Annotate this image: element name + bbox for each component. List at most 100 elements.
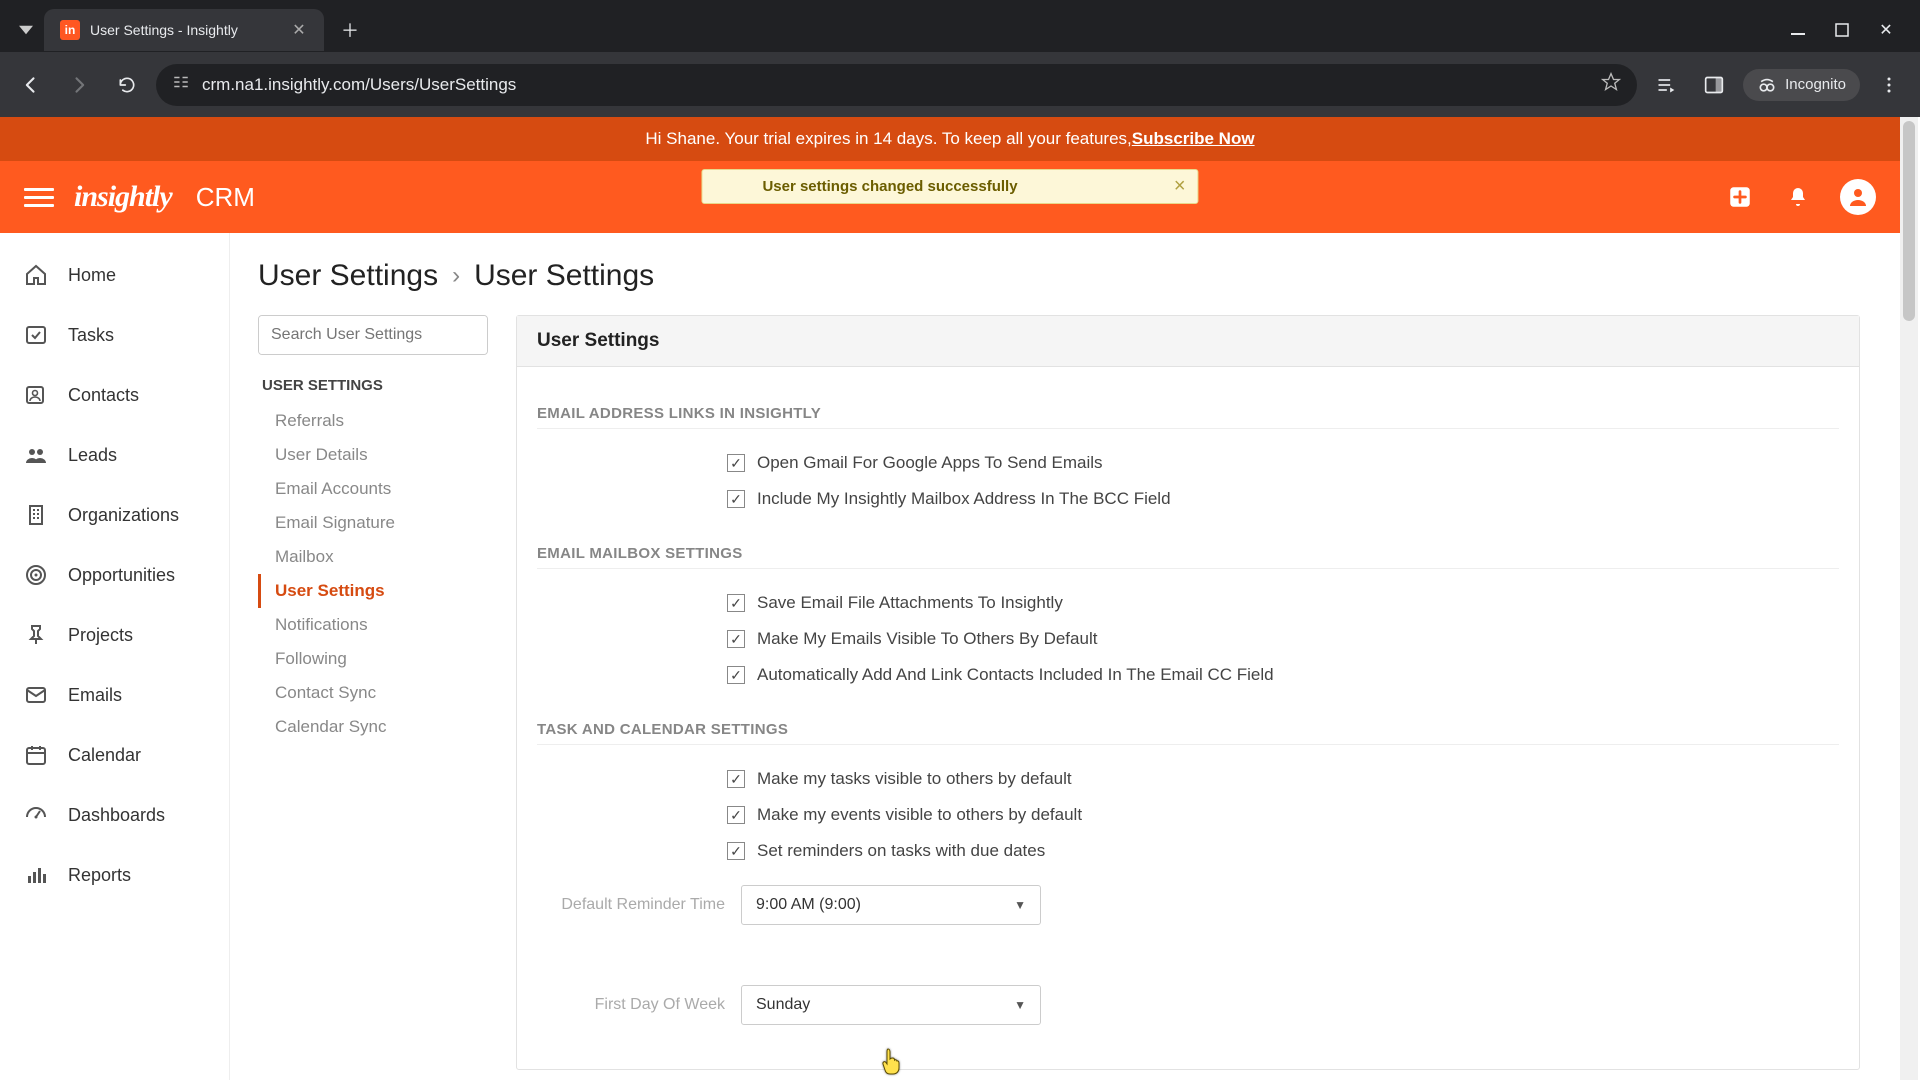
settings-item-following[interactable]: Following <box>258 642 488 676</box>
browser-tab[interactable]: in User Settings - Insightly ✕ <box>44 9 324 51</box>
settings-item-user-settings[interactable]: User Settings <box>258 574 488 608</box>
field-label: First Day Of Week <box>537 996 725 1014</box>
checkbox[interactable] <box>727 842 745 860</box>
reload-button[interactable] <box>108 66 146 104</box>
side-panel-button[interactable] <box>1695 66 1733 104</box>
check-set-reminders[interactable]: Set reminders on tasks with due dates <box>537 833 1839 869</box>
product-label: CRM <box>196 182 255 213</box>
check-save-attachments[interactable]: Save Email File Attachments To Insightly <box>537 585 1839 621</box>
breadcrumb: User Settings › User Settings <box>258 253 1860 315</box>
nav-label: Projects <box>68 625 133 646</box>
nav-item-opportunities[interactable]: Opportunities <box>0 545 229 605</box>
incognito-label: Incognito <box>1785 76 1846 93</box>
profile-button[interactable] <box>1840 179 1876 215</box>
settings-item-email-accounts[interactable]: Email Accounts <box>258 472 488 506</box>
back-button[interactable] <box>12 66 50 104</box>
search-input[interactable] <box>259 316 488 354</box>
check-label: Make my tasks visible to others by defau… <box>757 769 1072 789</box>
nav-item-tasks[interactable]: Tasks <box>0 305 229 365</box>
first-day-select[interactable]: Sunday ▼ <box>741 985 1041 1025</box>
success-toast: User settings changed successfully × <box>701 169 1198 204</box>
settings-item-notifications[interactable]: Notifications <box>258 608 488 642</box>
check-events-visible[interactable]: Make my events visible to others by defa… <box>537 797 1839 833</box>
close-window-button[interactable]: ✕ <box>1876 20 1896 40</box>
app-logo[interactable]: insightly <box>74 180 172 214</box>
check-emails-visible[interactable]: Make My Emails Visible To Others By Defa… <box>537 621 1839 657</box>
forward-button[interactable] <box>60 66 98 104</box>
checkbox[interactable] <box>727 806 745 824</box>
tab-search-button[interactable] <box>8 12 44 48</box>
settings-subhead: USER SETTINGS <box>258 373 488 404</box>
nav-item-projects[interactable]: Projects <box>0 605 229 665</box>
check-label: Set reminders on tasks with due dates <box>757 841 1045 861</box>
subscribe-link[interactable]: Subscribe Now <box>1132 129 1255 149</box>
app-body: Home Tasks Contacts Leads Organizations <box>0 233 1900 1080</box>
nav-label: Leads <box>68 445 117 466</box>
settings-panel: User Settings EMAIL ADDRESS LINKS IN INS… <box>516 315 1860 1070</box>
breadcrumb-root[interactable]: User Settings <box>258 259 438 293</box>
checkbox[interactable] <box>727 490 745 508</box>
nav-item-leads[interactable]: Leads <box>0 425 229 485</box>
section-email-links: EMAIL ADDRESS LINKS IN INSIGHTLY <box>537 405 1839 429</box>
check-label: Open Gmail For Google Apps To Send Email… <box>757 453 1103 473</box>
media-control-button[interactable] <box>1647 66 1685 104</box>
checkbox[interactable] <box>727 594 745 612</box>
scrollbar-thumb[interactable] <box>1903 121 1915 321</box>
left-nav: Home Tasks Contacts Leads Organizations <box>0 233 230 1080</box>
trial-banner-text: Hi Shane. Your trial expires in 14 days.… <box>645 129 1131 149</box>
chevron-down-icon: ▼ <box>1014 998 1026 1012</box>
settings-item-calendar-sync[interactable]: Calendar Sync <box>258 710 488 744</box>
checkbox[interactable] <box>727 666 745 684</box>
check-open-gmail[interactable]: Open Gmail For Google Apps To Send Email… <box>537 445 1839 481</box>
nav-item-calendar[interactable]: Calendar <box>0 725 229 785</box>
nav-item-contacts[interactable]: Contacts <box>0 365 229 425</box>
main-area: User Settings › User Settings USER SETT <box>230 233 1900 1080</box>
browser-chrome: in User Settings - Insightly ✕ ＋ ✕ <box>0 0 1920 117</box>
chevron-right-icon: › <box>452 262 460 290</box>
browser-toolbar: crm.na1.insightly.com/Users/UserSettings… <box>0 52 1920 117</box>
new-tab-button[interactable]: ＋ <box>332 12 368 48</box>
nav-label: Emails <box>68 685 122 706</box>
site-settings-icon[interactable] <box>172 73 190 96</box>
chevron-down-icon: ▼ <box>1014 898 1026 912</box>
nav-item-emails[interactable]: Emails <box>0 665 229 725</box>
settings-sidebar: USER SETTINGS Referrals User Details Ema… <box>258 315 488 744</box>
window-controls: ✕ <box>1764 20 1920 40</box>
incognito-indicator[interactable]: Incognito <box>1743 69 1860 101</box>
nav-item-home[interactable]: Home <box>0 245 229 305</box>
notifications-button[interactable] <box>1782 181 1814 213</box>
vertical-scrollbar[interactable] <box>1900 117 1918 1080</box>
check-include-bcc[interactable]: Include My Insightly Mailbox Address In … <box>537 481 1839 517</box>
app-viewport: Hi Shane. Your trial expires in 14 days.… <box>0 117 1920 1080</box>
bookmark-button[interactable] <box>1601 72 1621 97</box>
toast-close-button[interactable]: × <box>1174 175 1186 198</box>
reminder-time-select[interactable]: 9:00 AM (9:00) ▼ <box>741 885 1041 925</box>
checkbox[interactable] <box>727 454 745 472</box>
maximize-button[interactable] <box>1832 20 1852 40</box>
contact-icon <box>22 381 50 409</box>
section-mailbox: EMAIL MAILBOX SETTINGS <box>537 545 1839 569</box>
settings-item-user-details[interactable]: User Details <box>258 438 488 472</box>
add-button[interactable] <box>1724 181 1756 213</box>
minimize-button[interactable] <box>1788 20 1808 40</box>
nav-item-dashboards[interactable]: Dashboards <box>0 785 229 845</box>
checkbox[interactable] <box>727 770 745 788</box>
browser-menu-button[interactable] <box>1870 66 1908 104</box>
email-icon <box>22 681 50 709</box>
settings-item-referrals[interactable]: Referrals <box>258 404 488 438</box>
close-tab-button[interactable]: ✕ <box>290 21 308 39</box>
checkbox[interactable] <box>727 630 745 648</box>
hamburger-menu-button[interactable] <box>24 182 54 212</box>
nav-label: Opportunities <box>68 565 175 586</box>
nav-item-organizations[interactable]: Organizations <box>0 485 229 545</box>
trial-banner: Hi Shane. Your trial expires in 14 days.… <box>0 117 1900 161</box>
check-auto-link-cc[interactable]: Automatically Add And Link Contacts Incl… <box>537 657 1839 693</box>
app-header: insightly CRM User settings changed succ… <box>0 161 1900 233</box>
nav-item-reports[interactable]: Reports <box>0 845 229 905</box>
settings-item-email-signature[interactable]: Email Signature <box>258 506 488 540</box>
nav-label: Calendar <box>68 745 141 766</box>
settings-item-contact-sync[interactable]: Contact Sync <box>258 676 488 710</box>
address-bar[interactable]: crm.na1.insightly.com/Users/UserSettings <box>156 64 1637 106</box>
check-tasks-visible[interactable]: Make my tasks visible to others by defau… <box>537 761 1839 797</box>
settings-item-mailbox[interactable]: Mailbox <box>258 540 488 574</box>
